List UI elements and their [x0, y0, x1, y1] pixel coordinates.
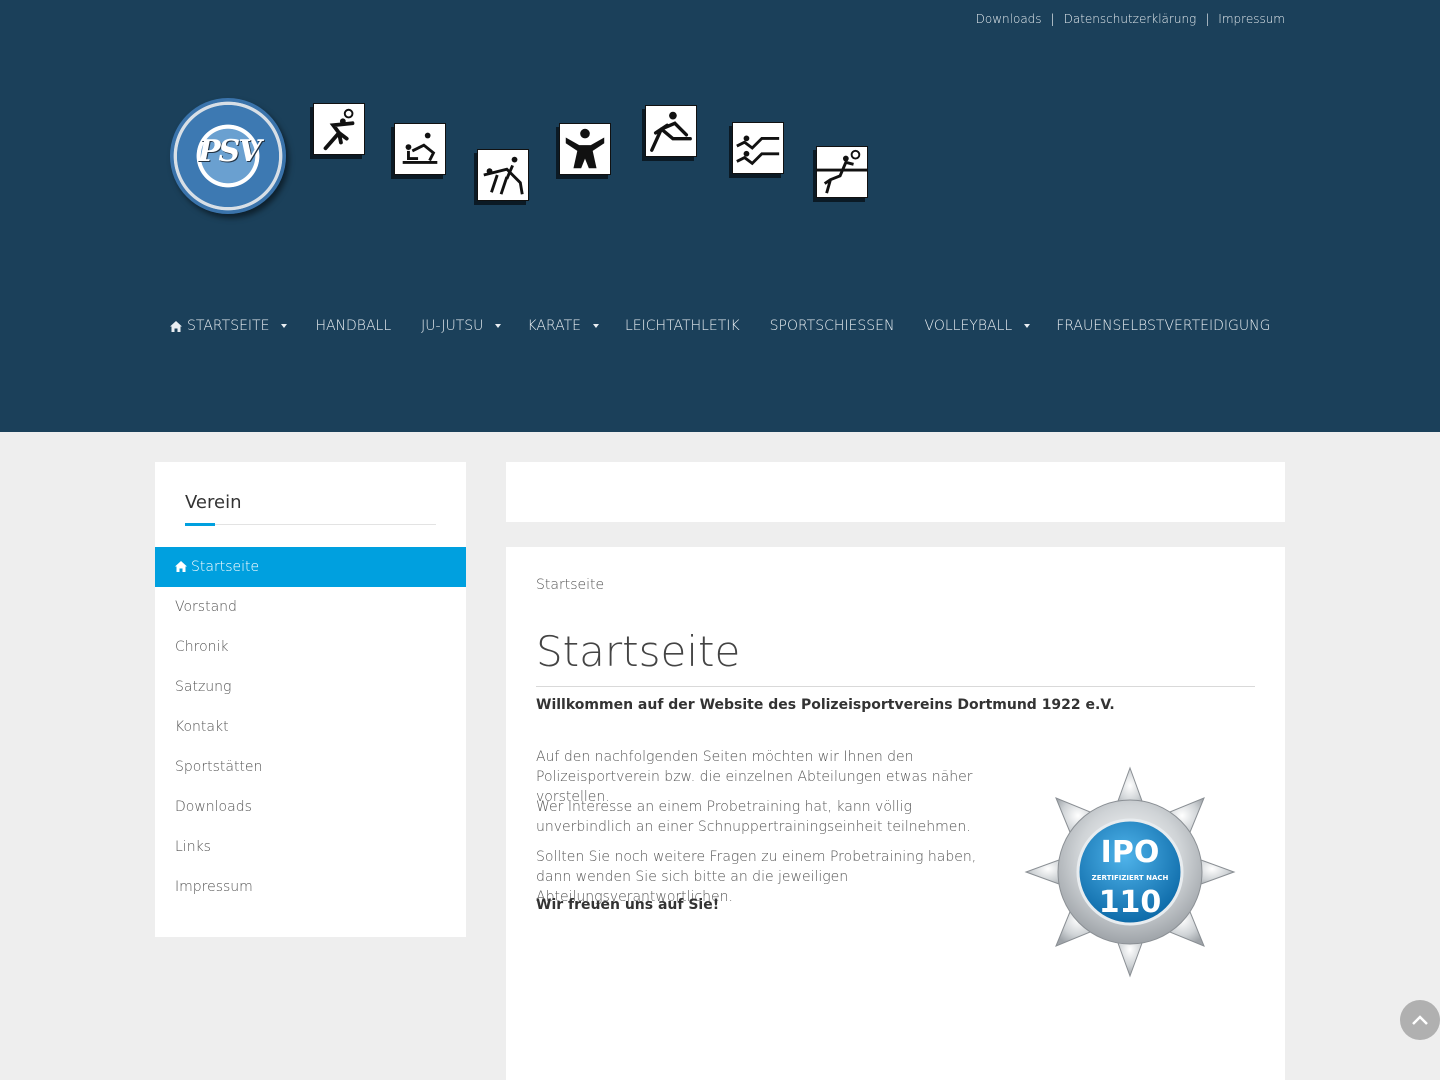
- sidebar-title-wrap: Verein: [185, 492, 436, 526]
- nav-item-handball[interactable]: HANDBALL: [315, 316, 391, 336]
- logo-initials: PSV: [198, 134, 262, 169]
- home-icon: [170, 320, 182, 332]
- top-link-separator: |: [1205, 12, 1210, 26]
- nav-item-jujutsu[interactable]: JU-JUTSU: [421, 316, 502, 336]
- badge-bottom-text: 110: [1099, 885, 1162, 920]
- chevron-down-icon: [593, 324, 599, 328]
- site-header: Downloads | Datenschutzerklärung | Impre…: [0, 0, 1440, 432]
- badge-star-icon: IPO ZERTIFIZIERT NACH 110: [1024, 766, 1236, 978]
- sidebar-title: Verein: [185, 492, 242, 513]
- nav-label: STARTSEITE: [187, 318, 270, 334]
- scroll-to-top-button[interactable]: [1400, 1000, 1440, 1040]
- volleyball-pictogram-icon[interactable]: [816, 146, 868, 198]
- athletics-pictogram-icon[interactable]: [645, 105, 697, 157]
- top-link-impressum[interactable]: Impressum: [1218, 12, 1285, 26]
- sidebar-item-downloads[interactable]: Downloads: [155, 787, 466, 827]
- nav-label: HANDBALL: [315, 318, 392, 334]
- sidebar-item-impressum[interactable]: Impressum: [155, 867, 466, 907]
- sidebar-item-chronik[interactable]: Chronik: [155, 627, 466, 667]
- jujutsu-pictogram-icon[interactable]: [477, 149, 529, 201]
- ipo-certification-badge: IPO ZERTIFIZIERT NACH 110: [1024, 766, 1236, 978]
- chevron-down-icon: [281, 324, 288, 328]
- nav-label: SPORTSCHIESSEN: [769, 318, 895, 334]
- sidebar-item-satzung[interactable]: Satzung: [155, 667, 466, 707]
- chevron-down-icon: [495, 324, 502, 328]
- top-link-datenschutz[interactable]: Datenschutzerklärung: [1064, 12, 1197, 26]
- karate-pictogram-icon[interactable]: [559, 123, 611, 175]
- nav-item-volleyball[interactable]: VOLLEYBALL: [925, 316, 1031, 336]
- sidebar-menu: Startseite Vorstand Chronik Satzung Kont…: [155, 547, 466, 907]
- chevron-down-icon: [1024, 324, 1031, 328]
- badge-top-text: IPO: [1101, 835, 1160, 870]
- sidebar: Verein Startseite Vorstand Chronik Satzu…: [155, 462, 466, 937]
- sidebar-item-vorstand[interactable]: Vorstand: [155, 587, 466, 627]
- title-divider: [536, 686, 1255, 687]
- nav-label: JU-JUTSU: [421, 318, 484, 334]
- top-link-downloads[interactable]: Downloads: [976, 12, 1042, 26]
- nav-label: KARATE: [527, 318, 581, 334]
- nav-item-leichtathletik[interactable]: LEICHTATHLETIK: [625, 316, 740, 336]
- nav-item-startseite[interactable]: STARTSEITE: [170, 316, 288, 336]
- shooting-pictogram-icon[interactable]: [732, 122, 784, 174]
- nav-label: VOLLEYBALL: [924, 318, 1013, 334]
- top-link-separator: |: [1050, 12, 1055, 26]
- welcome-text: Willkommen auf der Website des Polizeisp…: [536, 697, 1115, 713]
- nav-item-frauenselbstverteidigung[interactable]: FRAUENSELBSTVERTEIDIGUNG: [1056, 316, 1270, 336]
- psv-logo[interactable]: PSV: [170, 98, 286, 214]
- page-title: Startseite: [536, 627, 741, 676]
- handball-pictogram-icon[interactable]: [313, 103, 365, 155]
- nav-label: FRAUENSELBSTVERTEIDIGUNG: [1056, 318, 1271, 334]
- sidebar-title-accent: [185, 523, 215, 526]
- sidebar-item-sportstaetten[interactable]: Sportstätten: [155, 747, 466, 787]
- chevron-up-icon: [1412, 1015, 1428, 1025]
- home-icon: [175, 561, 187, 572]
- nav-label: LEICHTATHLETIK: [625, 318, 740, 334]
- sidebar-item-label: Startseite: [191, 559, 260, 575]
- main-nav: STARTSEITE HANDBALL JU-JUTSU KARATE LEIC…: [170, 316, 1270, 336]
- nav-item-karate[interactable]: KARATE: [527, 316, 599, 336]
- sidebar-item-links[interactable]: Links: [155, 827, 466, 867]
- nav-item-sportschiessen[interactable]: SPORTSCHIESSEN: [770, 316, 895, 336]
- badge-middle-text: ZERTIFIZIERT NACH: [1092, 874, 1169, 882]
- judo-pictogram-icon[interactable]: [394, 123, 446, 175]
- sidebar-item-kontakt[interactable]: Kontakt: [155, 707, 466, 747]
- sidebar-item-startseite[interactable]: Startseite: [155, 547, 466, 587]
- top-links: Downloads | Datenschutzerklärung | Impre…: [976, 12, 1285, 26]
- breadcrumb: Startseite: [536, 577, 605, 593]
- closing-text: Wir freuen uns auf Sie!: [536, 897, 720, 913]
- probetraining-paragraph: Wer Interesse an einem Probetraining hat…: [536, 799, 971, 835]
- top-content-box: [506, 462, 1285, 522]
